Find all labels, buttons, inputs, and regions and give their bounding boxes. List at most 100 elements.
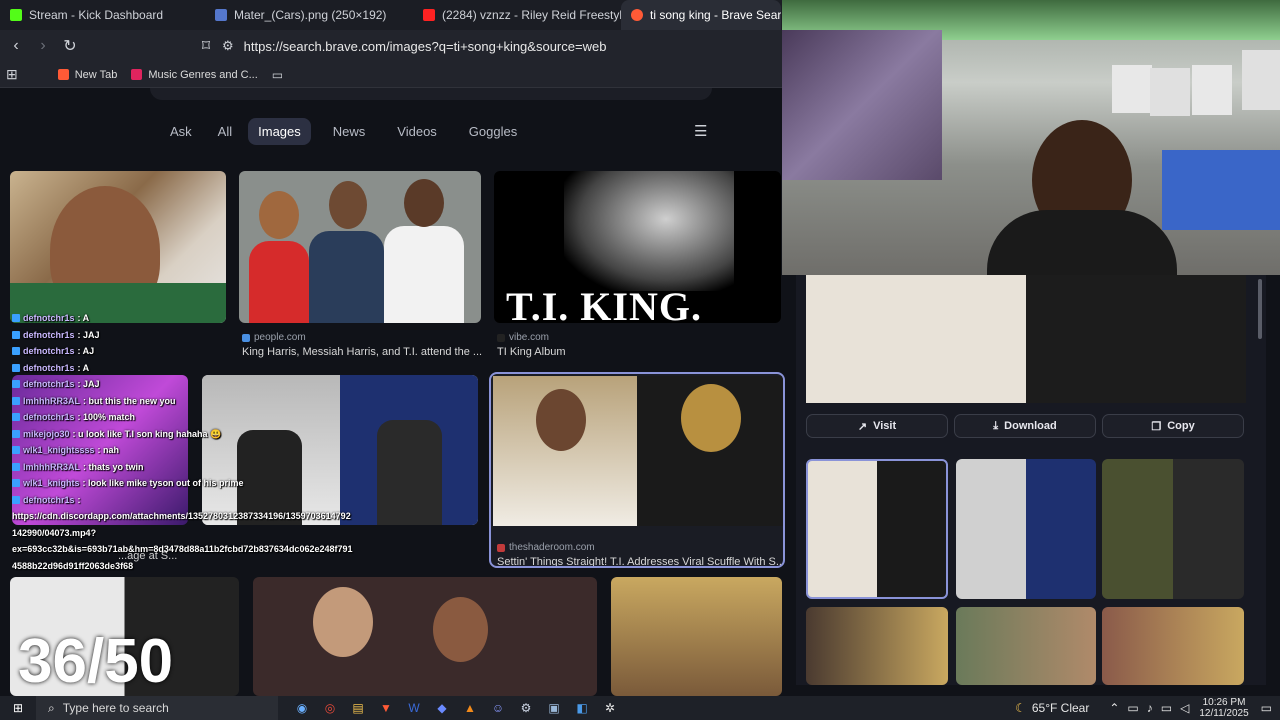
tab-mater-image[interactable]: Mater_(Cars).png (250×192) (205, 0, 413, 30)
related-image[interactable] (806, 607, 948, 685)
windows-taskbar: ⊞ ⌕ Type here to search ◉ ◎ ▤ ▼ W ◆ ▲ ☺ … (0, 696, 1280, 720)
bookmark-icon[interactable]: ⌑ (194, 34, 218, 58)
reload-icon[interactable]: ↻ (58, 34, 82, 58)
tray-chevron-icon[interactable]: ⌃ (1109, 701, 1119, 715)
result-source: theshaderoom.com (497, 542, 595, 553)
result-title[interactable]: TI King Album (497, 346, 767, 358)
scrollbar[interactable] (1258, 279, 1262, 339)
image-result-ti-king-album[interactable]: T.I. KING. (494, 171, 781, 323)
filter-icon[interactable]: ☰ (694, 122, 707, 140)
brave-icon[interactable]: ▼ (372, 696, 400, 720)
chat-username: defnotchr1s (23, 346, 75, 356)
chat-link: 4588b22d96d91ff2063de3f68 (12, 560, 134, 571)
search-box[interactable] (150, 88, 712, 100)
related-image[interactable] (1102, 607, 1244, 685)
steam-icon[interactable]: ⚙ (512, 696, 540, 720)
file-explorer-icon[interactable]: ▤ (344, 696, 372, 720)
discord-icon[interactable]: ☺ (484, 696, 512, 720)
chat-text: : A (77, 362, 90, 373)
music-icon (131, 69, 143, 80)
edge-icon[interactable]: ◉ (288, 696, 316, 720)
tab-news[interactable]: News (323, 118, 376, 145)
badge-icon (12, 347, 20, 356)
chat-message: defnotchr1s: A (12, 360, 352, 377)
tab-all[interactable]: All (208, 118, 242, 145)
result-title[interactable]: ...age at S... (118, 550, 177, 562)
image-result-row3-c[interactable] (611, 577, 782, 696)
settings-icon[interactable]: ✲ (596, 696, 624, 720)
badge-icon (12, 479, 20, 488)
tab-brave-search[interactable]: ti song king - Brave Search (621, 0, 781, 30)
clock[interactable]: 10:26 PM 12/11/2025 (1199, 697, 1248, 719)
download-icon: ⤓ (993, 419, 999, 432)
tab-youtube[interactable]: (2284) vznzz - Riley Reid Freestyle - Y (413, 0, 621, 30)
chat-text: : 100% match (77, 412, 136, 422)
app-icon[interactable]: ◆ (428, 696, 456, 720)
chat-username: lmhhhRR3AL (23, 395, 80, 406)
chat-username: defnotchr1s (23, 379, 75, 389)
download-button[interactable]: ⤓ Download (954, 414, 1096, 438)
image-icon (215, 9, 227, 21)
result-title[interactable]: Settin' Things Straight! T.I. Addresses … (497, 556, 781, 566)
preview-image (806, 275, 1246, 403)
tab-ask[interactable]: Ask (160, 118, 202, 145)
chat-message: defnotchr1s: (12, 492, 352, 509)
search-type-tabs: Ask All Images News Videos Goggles (160, 116, 527, 146)
image-result-shaderoom-selected[interactable]: theshaderoom.com Settin' Things Straight… (489, 372, 785, 568)
chat-text: : JAJ (77, 329, 100, 340)
screen: Stream - Kick Dashboard Mater_(Cars).png… (0, 0, 1280, 720)
copy-button[interactable]: ❐ Copy (1102, 414, 1244, 438)
tab-videos[interactable]: Videos (387, 118, 447, 145)
tab-goggles[interactable]: Goggles (459, 118, 527, 145)
windows-start-icon[interactable]: ⊞ (0, 696, 36, 720)
visit-button[interactable]: ↗ Visit (806, 414, 948, 438)
weather-text[interactable]: 65°F Clear (1032, 701, 1090, 715)
display-icon[interactable]: ▭ (1161, 701, 1172, 715)
vlc-icon[interactable]: ▲ (456, 696, 484, 720)
taskbar-search[interactable]: ⌕ Type here to search (36, 696, 278, 720)
tab-images[interactable]: Images (248, 117, 311, 145)
chat-text: : A (77, 313, 90, 323)
related-image[interactable] (956, 459, 1096, 599)
tab-kick-dashboard[interactable]: Stream - Kick Dashboard (0, 0, 205, 30)
microphone-icon[interactable]: ♪ (1147, 701, 1153, 715)
related-image[interactable] (956, 607, 1096, 685)
brave-icon (631, 9, 643, 21)
chat-link: ex=693cc32b&is=693b71ab&hm=8d3478d88a11b… (12, 544, 353, 554)
apps-icon[interactable]: ⊞ (6, 66, 18, 83)
source-label: vibe.com (509, 332, 550, 343)
url-text: https://search.brave.com/images?q=ti+son… (243, 38, 607, 54)
related-image[interactable] (1102, 459, 1244, 599)
search-icon: ⌕ (48, 700, 55, 715)
volume-icon[interactable]: ◁ (1180, 701, 1189, 715)
chat-message: wlk1_knights: look like mike tyson out o… (12, 475, 352, 492)
folder-icon[interactable]: ▭ (272, 68, 283, 82)
app-icon[interactable]: ◧ (568, 696, 596, 720)
chat-message: mikejojo30: u look like T.I son king hah… (12, 426, 352, 443)
chrome-icon[interactable]: ◎ (316, 696, 344, 720)
button-label: Download (1004, 420, 1057, 432)
back-icon[interactable]: ‹ (4, 34, 28, 58)
bookmark-new-tab[interactable]: New Tab (57, 69, 117, 81)
clock-time: 10:26 PM (1202, 697, 1246, 708)
chat-username: defnotchr1s (23, 494, 75, 505)
related-image-selected[interactable] (806, 459, 948, 599)
chat-message: defnotchr1s: 100% match (12, 409, 352, 426)
image-result-king-harris[interactable] (239, 171, 481, 323)
forward-icon[interactable]: › (31, 34, 55, 58)
chat-message: defnotchr1s: JAJ (12, 327, 352, 344)
site-favicon-icon (497, 543, 505, 552)
tab-label: (2284) vznzz - Riley Reid Freestyle - Y (442, 8, 621, 22)
word-icon[interactable]: W (400, 696, 428, 720)
bookmark-label: Music Genres and C... (148, 68, 258, 81)
bookmark-music-genres[interactable]: Music Genres and C... (131, 68, 258, 81)
notification-icon[interactable]: ▭ (1261, 701, 1272, 715)
address-bar[interactable]: ⚙ https://search.brave.com/images?q=ti+s… (222, 33, 782, 59)
app-icon[interactable]: ▣ (540, 696, 568, 720)
image-result-row3-b[interactable] (253, 577, 597, 696)
site-info-icon[interactable]: ⚙ (222, 38, 234, 54)
image-result-ti-portrait[interactable] (10, 171, 226, 323)
image-detail-panel: ↗ Visit ⤓ Download ❐ Copy (796, 275, 1266, 685)
network-icon[interactable]: ▭ (1127, 701, 1138, 715)
button-label: Copy (1167, 420, 1195, 432)
